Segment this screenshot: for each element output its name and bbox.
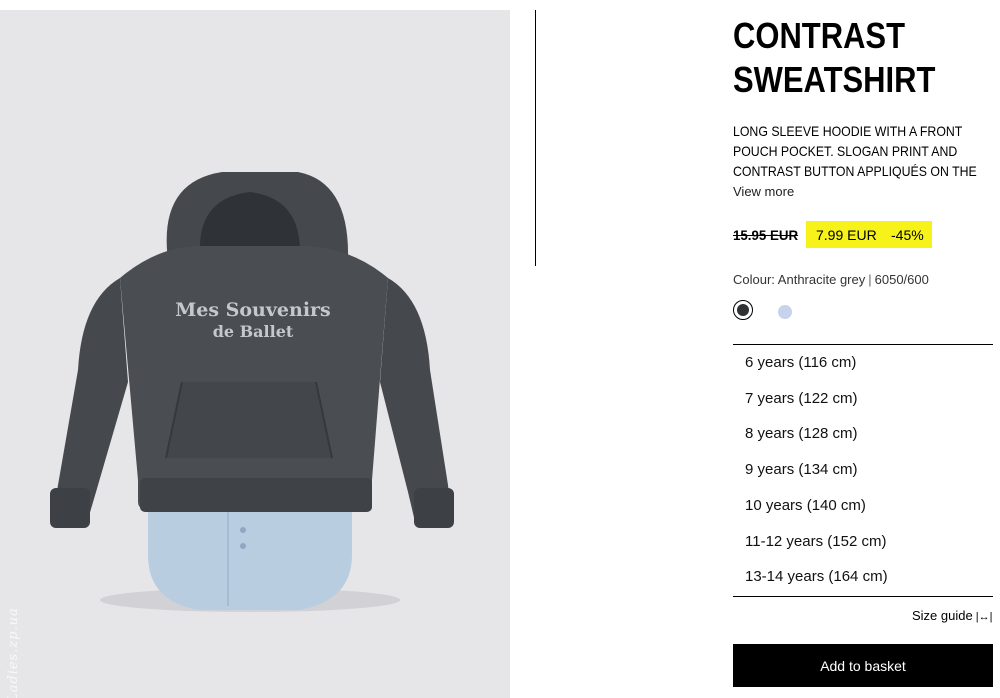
size-guide-label: Size guide xyxy=(912,608,973,623)
watermark: Ladies.zp.ua xyxy=(6,607,21,698)
ruler-icon: |↔| xyxy=(975,611,993,623)
swatch-anthracite-selected[interactable] xyxy=(733,300,753,320)
size-selector: 6 years (116 cm) 7 years (122 cm) 8 year… xyxy=(733,344,993,597)
size-guide-link[interactable]: Size guide |↔| xyxy=(912,608,992,623)
size-option[interactable]: 10 years (140 cm) xyxy=(745,497,866,514)
old-price: 15.95 EUR xyxy=(733,227,799,243)
size-option[interactable]: 11-12 years (152 cm) xyxy=(745,533,886,550)
print-line-1: Mes Souvenirs xyxy=(175,299,331,321)
colour-info: Colour: Anthracite grey | 6050/600 xyxy=(733,272,929,287)
size-option[interactable]: 6 years (116 cm) xyxy=(745,354,856,371)
colour-label: Colour: Anthracite grey xyxy=(733,272,866,287)
discount-badge: -45% xyxy=(891,227,924,243)
swatch-light-blue[interactable] xyxy=(778,305,792,319)
product-title: CONTRAST SWEATSHIRT xyxy=(733,14,957,102)
product-description: LONG SLEEVE HOODIE WITH A FRONT POUCH PO… xyxy=(733,123,977,179)
print-line-2: de Ballet xyxy=(213,322,294,341)
size-option[interactable]: 7 years (122 cm) xyxy=(745,390,858,407)
size-option[interactable]: 13-14 years (164 cm) xyxy=(745,568,888,585)
hoodie-illustration: Mes Souvenirs de Ballet xyxy=(50,172,454,612)
product-reference: 6050/600 xyxy=(874,272,929,287)
product-image[interactable]: Mes Souvenirs de Ballet Ladies.zp.ua xyxy=(0,10,510,698)
separator: | xyxy=(868,272,872,287)
sale-price: 7.99 EUR xyxy=(816,227,877,243)
vertical-divider xyxy=(535,10,536,266)
size-option[interactable]: 9 years (134 cm) xyxy=(745,461,858,478)
view-more-link[interactable]: View more xyxy=(733,184,794,199)
product-title-text: CONTRAST SWEATSHIRT xyxy=(733,15,936,100)
size-option[interactable]: 8 years (128 cm) xyxy=(745,425,858,442)
swatch-anthracite-fill xyxy=(737,304,749,316)
add-to-basket-button[interactable]: Add to basket xyxy=(733,644,993,687)
